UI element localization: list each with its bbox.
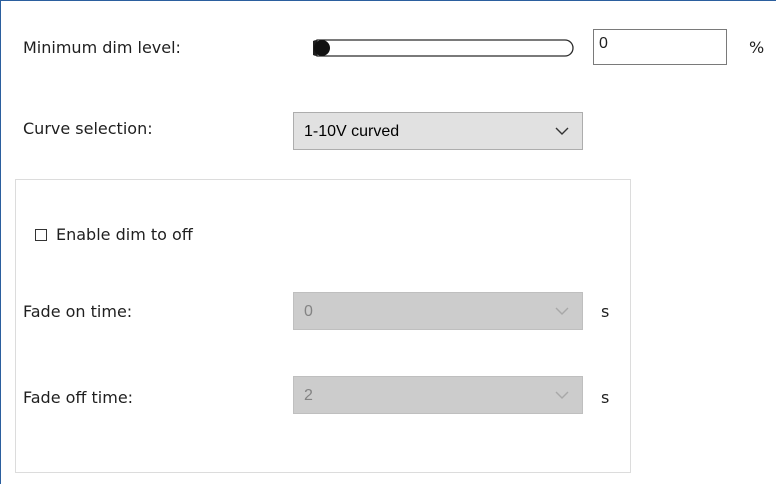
enable-dim-to-off-label: Enable dim to off: [56, 225, 193, 244]
min-dim-input[interactable]: 0: [593, 29, 727, 65]
fade-off-value: 2: [304, 387, 313, 404]
checkbox-box[interactable]: [35, 229, 47, 241]
curve-selection-dropdown[interactable]: 1-10V curved: [293, 112, 583, 150]
fade-on-unit: s: [601, 302, 610, 321]
curve-selection-value: 1-10V curved: [304, 123, 400, 140]
fade-off-label: Fade off time:: [23, 388, 134, 407]
curve-selection-label: Curve selection:: [23, 119, 153, 138]
chevron-down-icon: [555, 127, 569, 135]
min-dim-slider-thumb: [314, 40, 330, 56]
min-dim-unit: %: [749, 38, 765, 57]
chevron-down-icon: [555, 391, 569, 399]
min-dim-label: Minimum dim level:: [23, 38, 181, 57]
fade-on-value: 0: [304, 303, 313, 320]
min-dim-slider[interactable]: [313, 39, 575, 57]
enable-dim-to-off-checkbox[interactable]: Enable dim to off: [35, 225, 193, 244]
settings-panel: Minimum dim level: 0 % Curve selection: …: [0, 0, 776, 484]
min-dim-input-value: 0: [599, 35, 608, 52]
fade-on-dropdown[interactable]: 0: [293, 292, 583, 330]
fade-off-dropdown[interactable]: 2: [293, 376, 583, 414]
fade-on-label: Fade on time:: [23, 302, 133, 321]
chevron-down-icon: [555, 307, 569, 315]
fade-off-unit: s: [601, 388, 610, 407]
